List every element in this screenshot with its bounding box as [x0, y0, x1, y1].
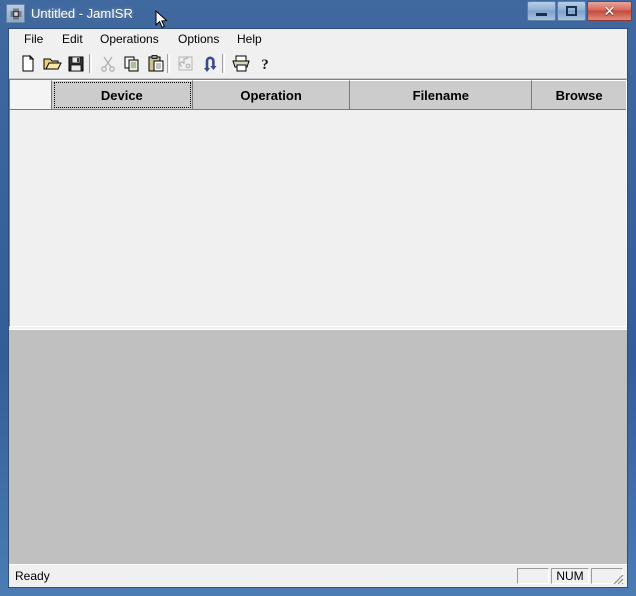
- device-list[interactable]: Device Operation Filename Browse: [9, 79, 627, 327]
- minimize-icon: [536, 13, 547, 16]
- menu-file[interactable]: File: [19, 31, 48, 47]
- window-controls: ✕: [526, 1, 632, 23]
- paste-button[interactable]: [145, 53, 167, 74]
- toolbar-separator-1: [89, 54, 92, 73]
- status-pane-1: [517, 568, 549, 584]
- status-message: Ready: [15, 569, 50, 583]
- paste-icon: [148, 55, 164, 72]
- column-browse[interactable]: Browse: [532, 80, 626, 110]
- verify-icon: [204, 56, 217, 72]
- program-button[interactable]: [175, 53, 197, 74]
- save-button[interactable]: [65, 53, 87, 74]
- window-title: Untitled - JamISR: [31, 6, 133, 21]
- column-device[interactable]: Device: [51, 80, 193, 110]
- print-icon: [232, 55, 250, 72]
- menu-operations[interactable]: Operations: [95, 31, 164, 47]
- new-button[interactable]: [17, 53, 39, 74]
- application-window: Untitled - JamISR ✕ File Edit Operations…: [0, 0, 636, 596]
- column-operation[interactable]: Operation: [192, 80, 351, 110]
- program-icon: [178, 56, 193, 71]
- chip-icon: [6, 4, 25, 23]
- open-button[interactable]: [41, 53, 63, 74]
- cut-icon: [101, 56, 115, 72]
- column-filename[interactable]: Filename: [350, 80, 533, 110]
- list-header: Device Operation Filename Browse: [10, 80, 626, 110]
- status-pane-num: NUM: [551, 568, 589, 584]
- help-icon: ?: [261, 57, 269, 73]
- help-button[interactable]: ?: [254, 53, 276, 74]
- toolbar-separator-2: [167, 54, 170, 73]
- menu-options[interactable]: Options: [173, 31, 224, 47]
- menu-help[interactable]: Help: [232, 31, 267, 47]
- svg-text:?: ?: [261, 57, 269, 73]
- resize-gripper-icon[interactable]: [611, 572, 625, 586]
- maximize-icon: [566, 6, 577, 16]
- toolbar-separator-3: [222, 54, 225, 73]
- title-bar[interactable]: Untitled - JamISR ✕: [0, 0, 636, 28]
- window-client-area: File Edit Operations Options Help ? Devi…: [8, 28, 628, 588]
- cut-button[interactable]: [97, 53, 119, 74]
- list-rows-area[interactable]: [10, 110, 626, 326]
- open-icon: [43, 58, 62, 70]
- menu-bar: File Edit Operations Options Help: [9, 29, 627, 50]
- new-icon: [22, 54, 35, 72]
- close-icon: ✕: [603, 3, 616, 19]
- close-button[interactable]: ✕: [587, 1, 632, 21]
- status-bar: Ready NUM: [9, 564, 627, 587]
- verify-button[interactable]: [199, 53, 221, 74]
- minimize-button[interactable]: [527, 1, 556, 21]
- copy-icon: [124, 56, 139, 72]
- print-button[interactable]: [230, 53, 252, 74]
- column-blank[interactable]: [10, 80, 52, 110]
- save-icon: [68, 56, 84, 72]
- copy-button[interactable]: [121, 53, 143, 74]
- client-background: [9, 329, 627, 565]
- menu-edit[interactable]: Edit: [57, 31, 88, 47]
- maximize-button[interactable]: [557, 1, 586, 21]
- toolbar: ?: [9, 49, 627, 79]
